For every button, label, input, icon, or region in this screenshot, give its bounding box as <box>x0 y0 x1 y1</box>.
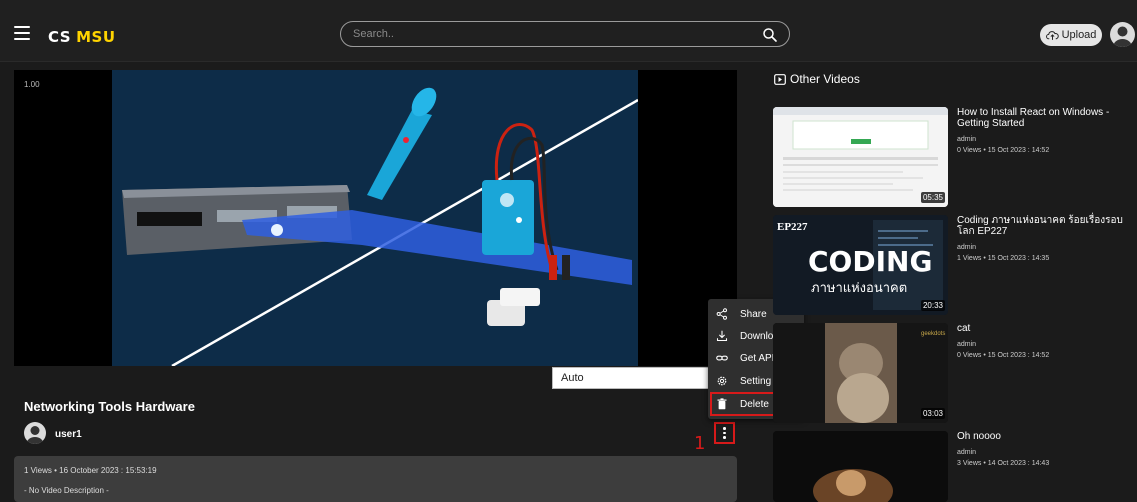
video-thumbnail[interactable]: geekdots 03:03 <box>773 323 948 423</box>
play-box-icon <box>774 73 786 85</box>
video-description: - No Video Description - <box>24 486 109 495</box>
other-videos-heading: Other Videos <box>774 72 860 86</box>
video-card-meta: 0 Views • 15 Oct 2023 : 14:52 <box>957 147 1050 154</box>
video-frame <box>112 70 638 366</box>
search-icon[interactable] <box>761 26 779 44</box>
video-meta: 1 Views • 16 October 2023 : 15:53:19 <box>24 466 157 475</box>
video-player[interactable]: 1.00 <box>14 70 737 366</box>
video-duration: 03:03 <box>920 408 945 419</box>
gear-icon <box>717 376 727 386</box>
video-card-title[interactable]: Oh noooo <box>957 431 1137 442</box>
description-box: 1 Views • 16 October 2023 : 15:53:19 - N… <box>14 456 737 502</box>
trash-icon <box>717 398 727 410</box>
annotation-step-1: 1 <box>694 433 706 454</box>
uploader-avatar[interactable] <box>24 422 46 444</box>
upload-button[interactable]: Upload <box>1040 24 1102 46</box>
quality-select[interactable]: Auto <box>552 367 712 389</box>
search-bar <box>340 21 790 47</box>
video-card-meta: 3 Views • 14 Oct 2023 : 14:43 <box>957 460 1050 467</box>
download-icon <box>716 330 728 342</box>
video-thumbnail[interactable] <box>773 431 948 502</box>
video-thumbnail[interactable]: 05:35 <box>773 107 948 207</box>
site-logo[interactable]: CS MSU <box>48 28 116 46</box>
hamburger-menu-icon[interactable] <box>14 26 30 40</box>
video-card-meta: 0 Views • 15 Oct 2023 : 14:52 <box>957 352 1050 359</box>
video-card-author: admin <box>957 136 977 143</box>
link-icon <box>716 355 728 361</box>
user-icon <box>1113 26 1132 47</box>
user-icon <box>26 426 44 444</box>
video-duration: 05:35 <box>920 192 945 203</box>
video-card-title[interactable]: cat <box>957 323 1137 334</box>
thumbnail-subheading: ภาษาแห่งอนาคต <box>811 280 908 295</box>
more-options-button[interactable] <box>714 422 735 444</box>
cloud-upload-icon <box>1045 30 1059 40</box>
video-card-author: admin <box>957 341 977 348</box>
video-title: Networking Tools Hardware <box>24 399 195 414</box>
video-duration: 20:33 <box>920 300 945 311</box>
video-card-title[interactable]: Coding ภาษาแห่งอนาคต ร้อยเรื่องรอบโลก EP… <box>957 215 1137 237</box>
thumbnail-watermark: geekdots <box>921 331 946 337</box>
thumbnail-heading: CODING <box>808 245 933 278</box>
search-input[interactable] <box>353 25 733 43</box>
video-thumbnail[interactable]: EP227 CODING ภาษาแห่งอนาคต 20:33 <box>773 215 948 315</box>
top-navbar: CSMSU Upload <box>0 0 1137 62</box>
share-icon <box>716 308 727 320</box>
video-card-author: admin <box>957 449 977 456</box>
video-card-title[interactable]: How to Install React on Windows - Gettin… <box>957 107 1137 129</box>
uploader-name[interactable]: user1 <box>55 429 82 440</box>
video-card-author: admin <box>957 244 977 251</box>
video-card-meta: 1 Views • 15 Oct 2023 : 14:35 <box>957 255 1050 262</box>
thumbnail-image <box>773 431 948 502</box>
user-avatar[interactable] <box>1110 22 1135 47</box>
thumbnail-episode-tag: EP227 <box>777 221 808 233</box>
playback-rate: 1.00 <box>24 80 40 89</box>
video-frame-illustration <box>112 70 638 366</box>
